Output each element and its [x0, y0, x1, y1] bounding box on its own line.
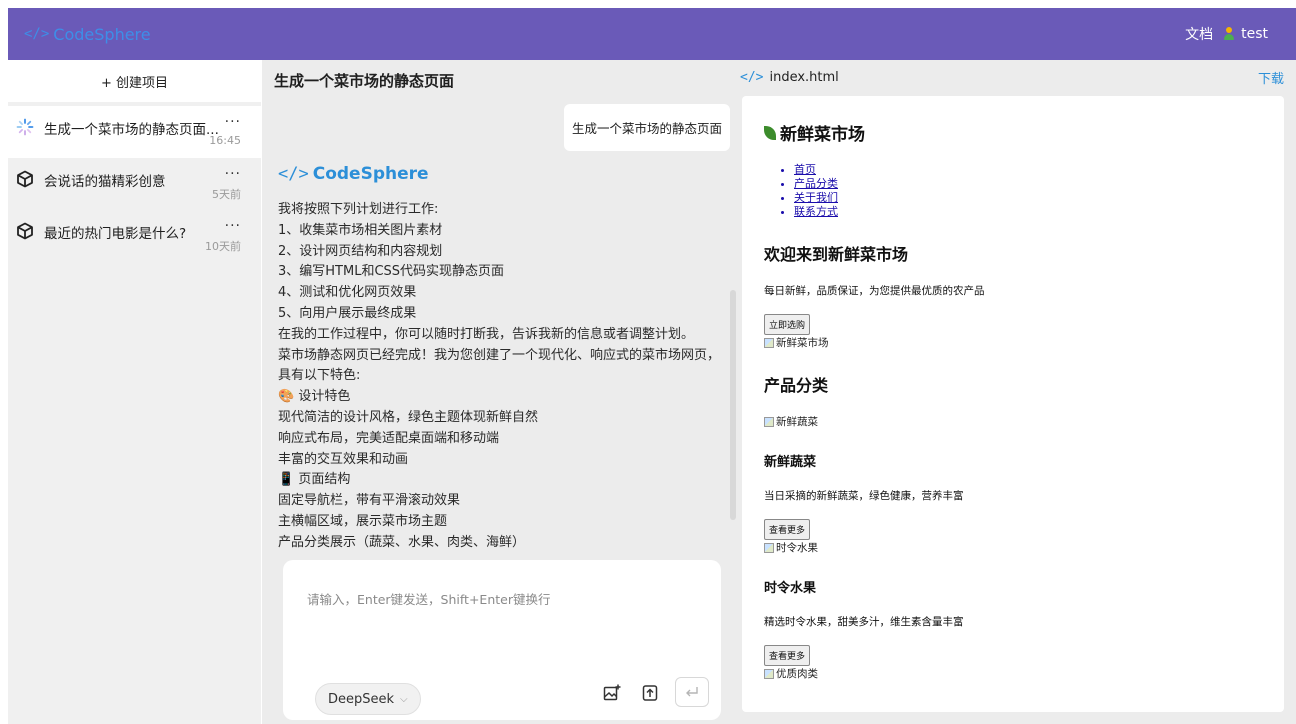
- user-menu[interactable]: test: [1223, 26, 1268, 42]
- user-message: 生成一个菜市场的静态页面: [563, 104, 730, 151]
- veg-more-button[interactable]: 查看更多: [764, 519, 811, 540]
- message-line: 2、设计网页结构和内容规划: [278, 243, 443, 259]
- user-avatar-icon: [1223, 27, 1235, 41]
- category-heading: 产品分类: [764, 376, 829, 395]
- more-icon[interactable]: ···: [225, 114, 241, 130]
- message-line: 3、编写HTML和CSS代码实现静态页面: [278, 264, 505, 280]
- create-project-button[interactable]: + 创建项目: [8, 60, 261, 102]
- image-alt: 新鲜蔬菜: [776, 416, 818, 428]
- message-line: 固定导航栏，带有平滑滚动效果: [278, 493, 461, 509]
- assistant-header: </> CodeSphere: [278, 164, 429, 184]
- cube-icon: [16, 222, 34, 240]
- meat-image: 优质肉类: [764, 666, 1284, 681]
- project-time: 10天前: [205, 240, 241, 253]
- leaf-icon: [764, 125, 776, 140]
- assistant-message: 我将按照下列计划进行工作: 1、收集菜市场相关图片素材 2、设计网页结构和内容规…: [278, 200, 720, 554]
- veg-text: 当日采摘的新鲜蔬菜，绿色健康，营养丰富: [764, 490, 964, 502]
- nav-link-home[interactable]: 首页: [794, 163, 1284, 177]
- site-title-text: 新鲜菜市场: [780, 125, 865, 145]
- fruit-image: 时令水果: [764, 540, 1284, 555]
- image-alt: 新鲜菜市场: [776, 337, 829, 349]
- project-title: 生成一个菜市场的静态页面...: [44, 122, 219, 138]
- model-label: DeepSeek: [328, 691, 395, 707]
- model-select[interactable]: DeepSeek ⌵: [315, 683, 421, 715]
- message-line: 我将按照下列计划进行工作:: [278, 202, 439, 217]
- more-icon[interactable]: ···: [225, 218, 241, 234]
- project-time: 5天前: [212, 188, 241, 201]
- project-time: 16:45: [209, 134, 241, 147]
- site-title: 新鲜菜市场: [764, 120, 1284, 145]
- message-line: 在我的工作过程中，你可以随时打断我，告诉我新的信息或者调整计划。: [278, 326, 695, 342]
- site-nav: 首页 产品分类 关于我们 联系方式: [764, 163, 1284, 219]
- veg-image: 新鲜蔬菜: [764, 414, 1284, 429]
- project-list: 生成一个菜市场的静态页面... ··· 16:45 会说话的猫精彩创意 ··· …: [8, 106, 261, 262]
- broken-image-icon: [764, 668, 774, 679]
- message-input[interactable]: [307, 592, 697, 607]
- preview-panel: </> index.html 下载 新鲜菜市场 首页 产品分类 关于我们 联系方…: [736, 60, 1296, 724]
- message-line: 🎨 设计特色: [278, 389, 351, 405]
- image-upload-icon[interactable]: [601, 682, 623, 704]
- preview-filename: index.html: [769, 70, 839, 85]
- file-upload-icon[interactable]: [639, 682, 661, 704]
- message-line: 丰富的交互效果和动画: [278, 451, 409, 467]
- message-line: 现代简洁的设计风格，绿色主题体现新鲜自然: [278, 409, 539, 425]
- broken-image-icon: [764, 337, 774, 348]
- message-line: 5、向用户展示最终成果: [278, 305, 417, 321]
- project-item[interactable]: 生成一个菜市场的静态页面... ··· 16:45: [8, 106, 261, 158]
- hero-text: 每日新鲜，品质保证，为您提供最优质的农产品: [764, 285, 985, 297]
- hero-heading: 欢迎来到新鲜菜市场: [764, 245, 909, 264]
- download-button[interactable]: 下载: [1258, 68, 1284, 87]
- nav-link-products[interactable]: 产品分类: [794, 177, 1284, 191]
- sidebar: + 创建项目 生成一个菜市场的静态页面... ··· 16:45 会说话的猫精彩…: [8, 60, 261, 724]
- veg-title: 新鲜蔬菜: [764, 455, 817, 470]
- composer: DeepSeek ⌵: [283, 560, 721, 720]
- image-alt: 时令水果: [776, 542, 818, 554]
- message-line: 产品分类展示（蔬菜、水果、肉类、海鲜）: [278, 534, 526, 550]
- nav-link-contact[interactable]: 联系方式: [794, 205, 1284, 219]
- brand-logo[interactable]: </> CodeSphere: [24, 25, 151, 44]
- user-name: test: [1241, 26, 1268, 42]
- spinner-icon: [16, 118, 34, 136]
- message-line: 响应式布局，完美适配桌面端和移动端: [278, 430, 500, 446]
- message-line: 📱 页面结构: [278, 472, 351, 488]
- message-line: 4、测试和优化网页效果: [278, 285, 417, 301]
- chat-panel: 生成一个菜市场的静态页面 生成一个菜市场的静态页面 </> CodeSphere…: [262, 60, 736, 724]
- send-button[interactable]: [675, 677, 709, 707]
- nav-link-about[interactable]: 关于我们: [794, 191, 1284, 205]
- hero-image: 新鲜菜市场: [764, 335, 1284, 350]
- shop-now-button[interactable]: 立即选购: [764, 314, 811, 335]
- preview-frame: 新鲜菜市场 首页 产品分类 关于我们 联系方式 欢迎来到新鲜菜市场 每日新鲜，品…: [742, 96, 1284, 712]
- docs-link[interactable]: 文档: [1185, 24, 1213, 44]
- chevron-down-icon: ⌵: [400, 693, 408, 705]
- brand-name: CodeSphere: [53, 24, 151, 44]
- broken-image-icon: [764, 542, 774, 553]
- fruit-more-button[interactable]: 查看更多: [764, 645, 811, 666]
- assistant-name: CodeSphere: [312, 164, 429, 184]
- code-icon: </>: [278, 164, 309, 184]
- code-icon: </>: [24, 26, 50, 42]
- top-bar: </> CodeSphere 文档 test: [8, 8, 1296, 60]
- chat-title: 生成一个菜市场的静态页面: [274, 72, 455, 90]
- code-icon: </>: [740, 70, 764, 85]
- message-line: 菜市场静态网页已经完成！我为您创建了一个现代化、响应式的菜市场网页，具有以下特色…: [278, 347, 721, 384]
- fruit-text: 精选时令水果，甜美多汁，维生素含量丰富: [764, 616, 964, 628]
- more-icon[interactable]: ···: [225, 166, 241, 182]
- project-item[interactable]: 会说话的猫精彩创意 ··· 5天前: [8, 158, 261, 210]
- message-line: 1、收集菜市场相关图片素材: [278, 222, 443, 238]
- image-alt: 优质肉类: [776, 668, 818, 680]
- project-title: 最近的热门电影是什么?: [44, 226, 187, 242]
- fruit-title: 时令水果: [764, 581, 817, 596]
- broken-image-icon: [764, 416, 774, 427]
- preview-header: </> index.html 下载: [740, 68, 1284, 87]
- project-item[interactable]: 最近的热门电影是什么? ··· 10天前: [8, 210, 261, 262]
- message-line: 主横幅区域，展示菜市场主题: [278, 513, 448, 529]
- cube-icon: [16, 170, 34, 188]
- project-title: 会说话的猫精彩创意: [44, 174, 166, 190]
